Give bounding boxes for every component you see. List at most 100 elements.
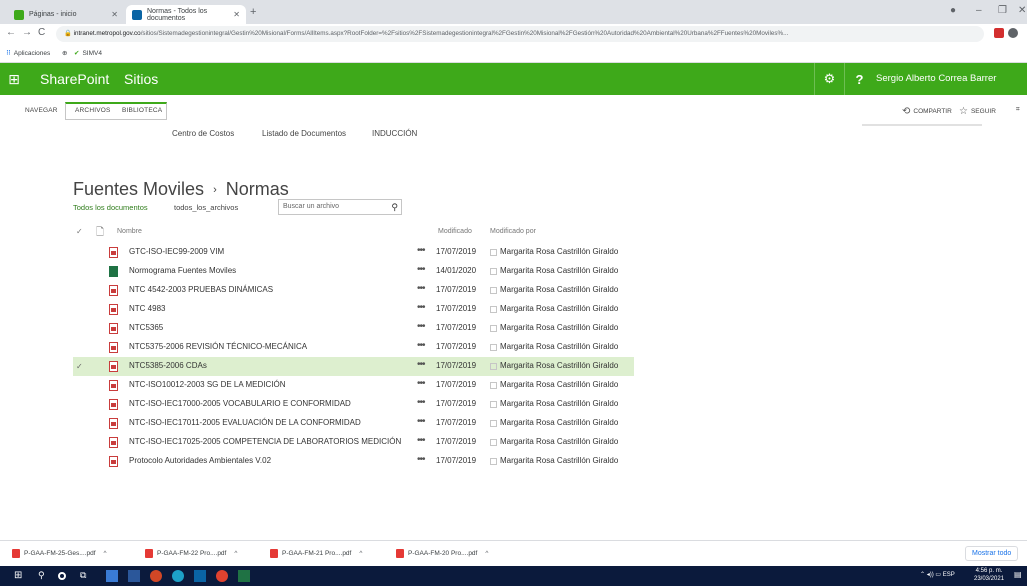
- modified-by-link[interactable]: Margarita Rosa Castrillón Giraldo: [500, 361, 618, 370]
- nav-induccion[interactable]: INDUCCIÓN: [372, 129, 417, 138]
- chevron-up-icon[interactable]: ^: [234, 550, 237, 557]
- document-row[interactable]: Normograma Fuentes Moviles ••• 14/01/2020 M…: [73, 262, 634, 281]
- edge-icon[interactable]: [172, 570, 184, 582]
- extensions-icon[interactable]: [1008, 28, 1018, 38]
- document-name-link[interactable]: GTC-ISO-IEC99-2009 VIM: [129, 247, 224, 256]
- view-todos-los-archivos[interactable]: todos_los_archivos: [174, 203, 238, 212]
- select-all-check[interactable]: ✓: [76, 227, 83, 236]
- row-checkmark-icon[interactable]: ✓: [76, 362, 83, 371]
- search-input[interactable]: Buscar un archivo ⚲: [278, 199, 402, 215]
- url-field[interactable]: 🔒 intranet.metropol.gov.co/sitios/Sistem…: [56, 26, 984, 42]
- document-row[interactable]: NTC-ISO10012-2003 SG DE LA MEDICIÓN ••• 17…: [73, 376, 634, 395]
- document-name-link[interactable]: NTC-ISO-IEC17025-2005 COMPETENCIA DE LAB…: [129, 437, 401, 446]
- modified-by-link[interactable]: Margarita Rosa Castrillón Giraldo: [500, 437, 618, 446]
- windows-start-icon[interactable]: ⊞: [14, 570, 26, 582]
- task-view-icon[interactable]: ⧉: [80, 570, 92, 582]
- browser-tab-normas[interactable]: Normas - Todos los documentos ✕: [126, 5, 246, 24]
- forward-arrow-icon[interactable]: →: [22, 27, 32, 38]
- tab-archivos[interactable]: ARCHIVOS: [75, 107, 111, 114]
- powerpoint-icon[interactable]: [150, 570, 162, 582]
- bookmark-apps[interactable]: ⠿ Aplicaciones: [6, 49, 50, 58]
- modified-by-link[interactable]: Margarita Rosa Castrillón Giraldo: [500, 323, 618, 332]
- excel-icon[interactable]: [238, 570, 250, 582]
- nav-listado-de-documentos[interactable]: Listado de Documentos: [262, 129, 346, 138]
- modified-by-link[interactable]: Margarita Rosa Castrillón Giraldo: [500, 342, 618, 351]
- document-row[interactable]: NTC-ISO-IEC17011-2005 EVALUACIÓN DE LA C…: [73, 414, 634, 433]
- document-row[interactable]: GTC-ISO-IEC99-2009 VIM ••• 17/07/2019 Marga…: [73, 243, 634, 262]
- more-options-ellipsis-icon[interactable]: •••: [417, 435, 425, 446]
- document-row[interactable]: NTC5365 ••• 17/07/2019 Margarita Rosa Castr…: [73, 319, 634, 338]
- breadcrumb-parent[interactable]: Fuentes Moviles: [73, 179, 204, 199]
- restore-button[interactable]: ❐: [998, 5, 1007, 16]
- word-icon[interactable]: [128, 570, 140, 582]
- more-options-ellipsis-icon[interactable]: •••: [417, 245, 425, 256]
- more-options-ellipsis-icon[interactable]: •••: [417, 302, 425, 313]
- more-options-ellipsis-icon[interactable]: •••: [417, 416, 425, 427]
- bookmark-simv4[interactable]: ✔ SIMV4: [74, 49, 102, 58]
- follow-button[interactable]: ☆ SEGUIR: [959, 106, 996, 117]
- document-row[interactable]: Protocolo Autoridades Ambientales V.02 ••…: [73, 452, 634, 471]
- document-row[interactable]: ✓ NTC5385-2006 CDAs ••• 17/07/2019 Margarita…: [73, 357, 634, 376]
- document-name-link[interactable]: NTC5365: [129, 323, 163, 332]
- more-options-ellipsis-icon[interactable]: •••: [417, 378, 425, 389]
- chevron-up-icon[interactable]: ^: [359, 550, 362, 557]
- modified-by-link[interactable]: Margarita Rosa Castrillón Giraldo: [500, 266, 618, 275]
- user-menu[interactable]: Sergio Alberto Correa Barrer: [876, 73, 996, 84]
- settings-gear-icon[interactable]: ⚙: [814, 63, 844, 95]
- document-name-link[interactable]: NTC-ISO-IEC17011-2005 EVALUACIÓN DE LA C…: [129, 418, 361, 427]
- more-options-ellipsis-icon[interactable]: •••: [417, 340, 425, 351]
- modified-by-link[interactable]: Margarita Rosa Castrillón Giraldo: [500, 380, 618, 389]
- tab-navegar[interactable]: NAVEGAR: [25, 107, 58, 114]
- sites-link[interactable]: Sitios: [124, 71, 158, 87]
- document-name-link[interactable]: NTC5375-2006 REVISIÓN TÉCNICO-MECÁNICA: [129, 342, 307, 351]
- close-window-button[interactable]: ✕: [1018, 5, 1026, 16]
- show-all-downloads-button[interactable]: Mostrar todo: [965, 546, 1019, 561]
- cortana-icon[interactable]: [58, 572, 66, 580]
- column-header-name[interactable]: Nombre: [117, 228, 142, 235]
- document-row[interactable]: NTC-ISO-IEC17025-2005 COMPETENCIA DE LAB…: [73, 433, 634, 452]
- nav-centro-de-costos[interactable]: Centro de Costos: [172, 129, 234, 138]
- more-options-ellipsis-icon[interactable]: •••: [417, 397, 425, 408]
- new-tab-button[interactable]: +: [250, 6, 256, 18]
- outlook-icon[interactable]: [194, 570, 206, 582]
- reload-icon[interactable]: C: [38, 27, 45, 38]
- tab-biblioteca[interactable]: BIBLIOTECA: [122, 107, 162, 114]
- profile-icon[interactable]: ●: [950, 5, 956, 16]
- sharepoint-brand[interactable]: SharePoint: [40, 71, 109, 87]
- clock[interactable]: 4:56 p. m. 23/03/2021: [974, 567, 1004, 583]
- modified-by-link[interactable]: Margarita Rosa Castrillón Giraldo: [500, 456, 618, 465]
- more-options-ellipsis-icon[interactable]: •••: [417, 264, 425, 275]
- adobe-extension-icon[interactable]: [994, 28, 1004, 38]
- modified-by-link[interactable]: Margarita Rosa Castrillón Giraldo: [500, 285, 618, 294]
- document-name-link[interactable]: Protocolo Autoridades Ambientales V.02: [129, 456, 271, 465]
- modified-by-link[interactable]: Margarita Rosa Castrillón Giraldo: [500, 399, 618, 408]
- chrome-icon[interactable]: ⊕: [62, 49, 67, 57]
- document-row[interactable]: NTC5375-2006 REVISIÓN TÉCNICO-MECÁNICA ••…: [73, 338, 634, 357]
- download-item[interactable]: P-GAA-FM-21 Pro....pdf ^: [270, 549, 362, 558]
- download-item[interactable]: P-GAA-FM-25-Ges....pdf ^: [12, 549, 107, 558]
- close-icon[interactable]: ✕: [233, 10, 240, 19]
- document-row[interactable]: NTC-ISO-IEC17000-2005 VOCABULARIO E CONF…: [73, 395, 634, 414]
- chevron-up-icon[interactable]: ^: [485, 550, 488, 557]
- document-row[interactable]: NTC 4983 ••• 17/07/2019 Margarita Rosa Cast…: [73, 300, 634, 319]
- search-icon[interactable]: ⚲: [391, 200, 398, 214]
- view-todos-los-documentos[interactable]: Todos los documentos: [73, 203, 148, 212]
- share-button[interactable]: ⟲ COMPARTIR: [902, 106, 952, 117]
- document-name-link[interactable]: NTC-ISO-IEC17000-2005 VOCABULARIO E CONF…: [129, 399, 351, 408]
- minimize-button[interactable]: –: [976, 5, 982, 16]
- document-name-link[interactable]: Normograma Fuentes Moviles: [129, 266, 236, 275]
- modified-by-link[interactable]: Margarita Rosa Castrillón Giraldo: [500, 418, 618, 427]
- system-tray[interactable]: ⌃ ◂)) ▭ ESP: [920, 571, 955, 578]
- document-name-link[interactable]: NTC 4983: [129, 304, 165, 313]
- document-row[interactable]: NTC 4542-2003 PRUEBAS DINÁMICAS ••• 17/07/…: [73, 281, 634, 300]
- chrome-icon[interactable]: [216, 570, 228, 582]
- browser-tab-inicio[interactable]: Páginas - inicio ✕: [8, 5, 124, 24]
- more-options-ellipsis-icon[interactable]: •••: [417, 283, 425, 294]
- more-options-ellipsis-icon[interactable]: •••: [417, 321, 425, 332]
- more-options-ellipsis-icon[interactable]: •••: [417, 454, 425, 465]
- column-header-modified[interactable]: Modificado: [438, 228, 472, 235]
- column-header-modified-by[interactable]: Modificado por: [490, 228, 536, 235]
- focus-icon[interactable]: ⌗: [1016, 106, 1020, 114]
- chevron-up-icon[interactable]: ^: [104, 550, 107, 557]
- close-icon[interactable]: ✕: [111, 10, 118, 19]
